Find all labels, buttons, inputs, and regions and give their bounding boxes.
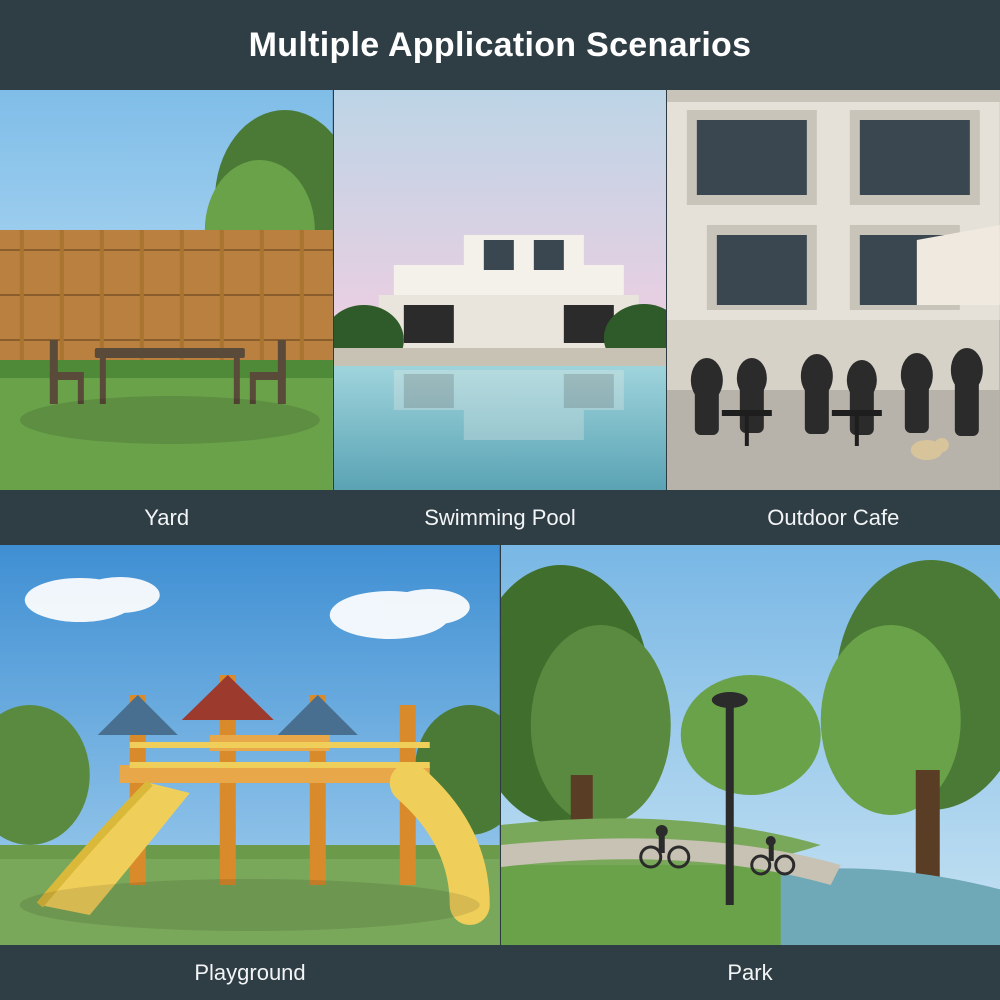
caption-park: Park <box>500 945 1000 1000</box>
scene-playground <box>0 545 500 945</box>
captions-row-top: Yard Swimming Pool Outdoor Cafe <box>0 490 1000 545</box>
scene-pool <box>334 90 667 490</box>
page-title: Multiple Application Scenarios <box>0 0 1000 90</box>
tile-playground <box>0 545 501 945</box>
tile-outdoor-cafe <box>667 90 1000 490</box>
scene-park <box>501 545 1000 945</box>
caption-playground: Playground <box>0 945 500 1000</box>
scene-cafe <box>667 90 1000 490</box>
tile-swimming-pool <box>334 90 668 490</box>
tile-yard <box>0 90 334 490</box>
tile-park <box>501 545 1000 945</box>
caption-swimming-pool: Swimming Pool <box>333 490 666 545</box>
caption-outdoor-cafe: Outdoor Cafe <box>667 490 1000 545</box>
tiles-row-bottom <box>0 545 1000 945</box>
scene-yard <box>0 90 333 490</box>
tiles-row-top <box>0 90 1000 490</box>
caption-yard: Yard <box>0 490 333 545</box>
captions-row-bottom: Playground Park <box>0 945 1000 1000</box>
